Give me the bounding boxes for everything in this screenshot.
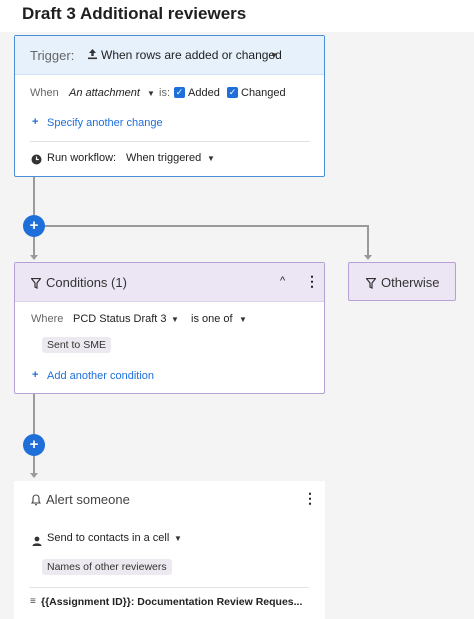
header: Draft 3 Additional reviewers <box>0 0 474 32</box>
connector-line <box>44 225 369 227</box>
trigger-label: Trigger: <box>30 48 75 63</box>
when-label: When <box>30 87 59 99</box>
connector-line <box>33 177 35 215</box>
specify-change-link[interactable]: Specify another change <box>47 117 163 129</box>
chevron-down-icon[interactable]: ▼ <box>147 89 155 98</box>
message-subject[interactable]: {{Assignment ID}}: Documentation Review … <box>41 596 302 608</box>
more-vert-icon[interactable]: ⋮ <box>305 273 319 290</box>
conditions-header: Conditions (1) ^ ⋮ <box>15 263 324 302</box>
add-step-button[interactable]: + <box>23 215 45 237</box>
added-label: Added <box>188 87 220 99</box>
otherwise-label: Otherwise <box>381 275 440 290</box>
added-checkbox[interactable]: ✓ <box>174 87 185 98</box>
run-workflow-dropdown[interactable]: When triggered <box>126 152 201 164</box>
connector-line <box>367 225 369 255</box>
is-label: is: <box>159 87 170 99</box>
more-vert-icon[interactable]: ⋮ <box>303 490 317 507</box>
person-icon <box>32 533 42 551</box>
recipients-chip[interactable]: Names of other reviewers <box>42 559 172 575</box>
trigger-block[interactable]: Trigger: When rows are added or changed … <box>14 35 325 177</box>
connector-arrow <box>364 255 372 260</box>
divider <box>29 587 309 588</box>
plus-icon[interactable]: + <box>32 116 38 128</box>
trigger-dropdown[interactable]: When rows are added or changed <box>101 48 282 62</box>
add-step-button[interactable]: + <box>23 434 45 456</box>
connector-line <box>33 236 35 256</box>
connector-line <box>33 394 35 434</box>
bell-icon <box>30 493 42 511</box>
page-title: Draft 3 Additional reviewers <box>22 4 247 23</box>
send-to-dropdown[interactable]: Send to contacts in a cell <box>47 532 169 544</box>
chevron-down-icon[interactable]: ▼ <box>207 154 215 163</box>
divider <box>30 141 310 142</box>
alert-title: Alert someone <box>46 492 130 507</box>
message-lines-icon: ≡ <box>30 596 36 607</box>
upload-icon <box>87 47 98 65</box>
plus-icon[interactable]: + <box>32 369 38 381</box>
filter-icon <box>30 276 42 294</box>
field-dropdown[interactable]: PCD Status Draft 3 <box>73 313 167 325</box>
chevron-down-icon[interactable]: ▼ <box>174 534 182 543</box>
changed-checkbox[interactable]: ✓ <box>227 87 238 98</box>
conditions-title: Conditions (1) <box>46 275 127 290</box>
attachment-dropdown[interactable]: An attachment <box>69 87 140 99</box>
chevron-down-icon[interactable]: ▼ <box>239 315 247 324</box>
chevron-down-icon[interactable]: ▼ <box>171 315 179 324</box>
condition-value-chip[interactable]: Sent to SME <box>42 337 111 353</box>
add-condition-link[interactable]: Add another condition <box>47 370 154 382</box>
otherwise-block[interactable]: Otherwise <box>348 262 456 301</box>
chevron-up-icon[interactable]: ^ <box>280 275 285 287</box>
trigger-header: Trigger: When rows are added or changed … <box>15 36 324 75</box>
connector-arrow <box>30 473 38 478</box>
operator-dropdown[interactable]: is one of <box>191 313 233 325</box>
connector-arrow <box>30 255 38 260</box>
alert-block[interactable]: Alert someone ⋮ Send to contacts in a ce… <box>14 481 325 619</box>
filter-icon <box>365 276 377 294</box>
changed-label: Changed <box>241 87 286 99</box>
run-workflow-label: Run workflow: <box>47 152 117 164</box>
where-label: Where <box>31 313 64 325</box>
connector-line <box>33 455 35 474</box>
conditions-block[interactable]: Conditions (1) ^ ⋮ Where PCD Status Draf… <box>14 262 325 394</box>
clock-icon <box>31 152 42 170</box>
chevron-down-icon[interactable]: ▼ <box>270 51 278 60</box>
